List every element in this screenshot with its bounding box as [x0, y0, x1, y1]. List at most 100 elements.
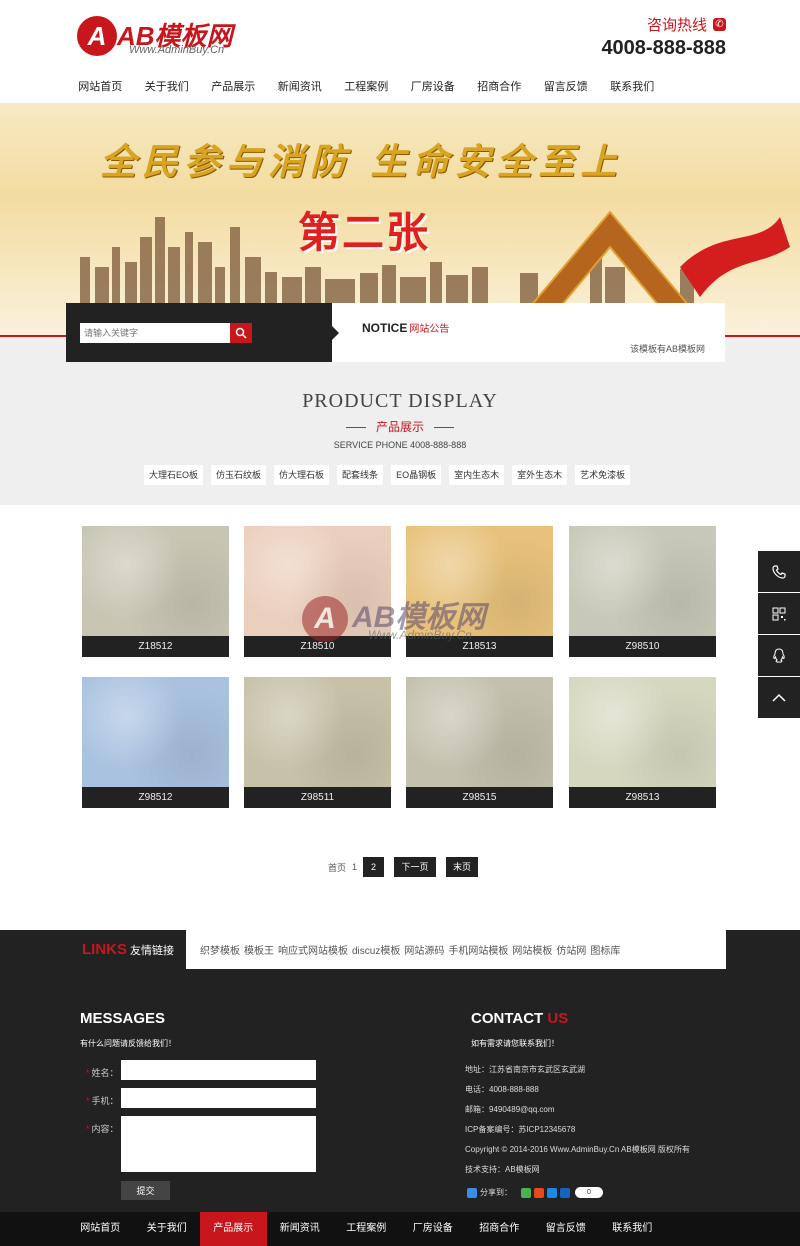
- friend-link[interactable]: 网站模板: [512, 942, 552, 957]
- nav-item-news[interactable]: 新闻资讯: [267, 72, 334, 102]
- friend-link[interactable]: 仿站网: [556, 942, 586, 957]
- page-2[interactable]: 2: [363, 857, 385, 877]
- messages-subtitle: 有什么问题请反馈给我们！: [80, 1039, 176, 1048]
- nav-item-equipment[interactable]: 厂房设备: [400, 72, 467, 102]
- product-code[interactable]: Z98512: [82, 787, 229, 808]
- product-code[interactable]: Z98510: [569, 636, 716, 657]
- nav-item-about[interactable]: 关于我们: [134, 72, 201, 102]
- page-1[interactable]: 1: [352, 862, 357, 872]
- category-tab[interactable]: 仿玉石纹板: [211, 465, 267, 485]
- hotline-label-row: 咨询热线 ✆: [601, 14, 726, 35]
- submit-button[interactable]: 提交: [121, 1181, 170, 1200]
- product-image[interactable]: [569, 677, 716, 787]
- name-field[interactable]: [121, 1060, 316, 1080]
- logo-mark: A: [77, 16, 117, 56]
- product-code[interactable]: Z98513: [569, 787, 716, 808]
- nav-item-home[interactable]: 网站首页: [67, 72, 134, 102]
- bottom-nav-item-home[interactable]: 网站首页: [67, 1212, 134, 1246]
- friend-link[interactable]: 手机网站模板: [448, 942, 508, 957]
- friend-link[interactable]: 网站源码: [404, 942, 444, 957]
- bottom-nav-item-feedback[interactable]: 留言反馈: [533, 1212, 600, 1246]
- category-tab[interactable]: 室外生态木: [512, 465, 568, 485]
- share-bar: 分享到： 0: [467, 1187, 603, 1198]
- qq-icon: [773, 647, 785, 663]
- links-title-cn: 友情链接: [130, 944, 174, 957]
- friend-link[interactable]: 图标库: [590, 942, 620, 957]
- footer: [0, 930, 800, 1212]
- renren-icon[interactable]: [560, 1187, 570, 1198]
- hotline-label: 咨询热线: [646, 17, 707, 34]
- watermark-logo: A AB模板网 Www.AdminBuy.Cn: [302, 582, 512, 658]
- logo[interactable]: A AB模板网 Www.AdminBuy.Cn: [77, 14, 237, 60]
- phone-field[interactable]: [121, 1088, 316, 1108]
- bottom-nav-item-products[interactable]: 产品展示: [200, 1212, 267, 1246]
- notice-title-en: NOTICE: [362, 321, 408, 335]
- friend-link[interactable]: 织梦模板: [200, 942, 240, 957]
- bottom-nav-item-about[interactable]: 关于我们: [134, 1212, 201, 1246]
- product-code[interactable]: Z98511: [244, 787, 391, 808]
- hotline-number: 4008-888-888: [601, 37, 726, 59]
- contact-subtitle: 如有需求请您联系我们！: [471, 1039, 559, 1048]
- side-phone-button[interactable]: [758, 551, 800, 592]
- bottom-nav-item-equipment[interactable]: 厂房设备: [400, 1212, 467, 1246]
- product-image[interactable]: [406, 677, 553, 787]
- bottom-nav-item-news[interactable]: 新闻资讯: [267, 1212, 334, 1246]
- product-card[interactable]: Z98515: [406, 677, 553, 808]
- bottom-nav-item-cases[interactable]: 工程案例: [333, 1212, 400, 1246]
- phone-icon: [772, 564, 786, 579]
- nav-item-products[interactable]: 产品展示: [200, 72, 267, 102]
- notice-title: NOTICE 网站公告: [362, 320, 449, 335]
- category-tab[interactable]: 仿大理石板: [274, 465, 330, 485]
- product-image[interactable]: [244, 677, 391, 787]
- product-card[interactable]: Z98510: [569, 526, 716, 657]
- next-page-button[interactable]: 下一页: [394, 857, 437, 877]
- search-button[interactable]: [230, 323, 252, 343]
- product-card[interactable]: Z98513: [569, 677, 716, 808]
- tencent-weibo-icon[interactable]: [547, 1187, 557, 1198]
- qrcode-icon: [772, 607, 786, 620]
- product-code[interactable]: Z18512: [82, 636, 229, 657]
- product-image[interactable]: [82, 677, 229, 787]
- product-image[interactable]: [82, 526, 229, 636]
- bottom-nav-item-cooperation[interactable]: 招商合作: [466, 1212, 533, 1246]
- messages-title: MESSAGES: [80, 1010, 166, 1027]
- category-tab[interactable]: 艺术免漆板: [575, 465, 631, 485]
- nav-item-cases[interactable]: 工程案例: [333, 72, 400, 102]
- category-tab[interactable]: 室内生态木: [449, 465, 505, 485]
- nav-item-contact[interactable]: 联系我们: [599, 72, 666, 102]
- category-tab[interactable]: 配套线条: [337, 465, 384, 485]
- category-tab[interactable]: EO晶钢板: [391, 465, 442, 485]
- bottom-nav-item-contact[interactable]: 联系我们: [599, 1212, 666, 1246]
- product-image[interactable]: [569, 526, 716, 636]
- contact-icp[interactable]: ICP备案编号：苏ICP12345678: [465, 1124, 575, 1135]
- side-qrcode-button[interactable]: [758, 593, 800, 634]
- content-field[interactable]: [121, 1116, 316, 1172]
- page-first[interactable]: 首页: [328, 861, 346, 874]
- last-page-button[interactable]: 末页: [446, 857, 479, 877]
- notice-item[interactable]: 该模板有AB模板网: [630, 342, 705, 355]
- back-to-top-icon: [772, 693, 786, 702]
- share-plus-icon[interactable]: [467, 1187, 477, 1198]
- product-code[interactable]: Z98515: [406, 787, 553, 808]
- search-input[interactable]: [80, 323, 230, 343]
- friend-link[interactable]: 模板王: [244, 942, 274, 957]
- phone-icon: ✆: [713, 18, 726, 31]
- nav-item-cooperation[interactable]: 招商合作: [466, 72, 533, 102]
- bottom-nav: 网站首页 关于我们 产品展示 新闻资讯 工程案例 厂房设备 招商合作 留言反馈 …: [0, 1212, 800, 1246]
- category-tab[interactable]: 大理石EO板: [144, 465, 204, 485]
- banner-slogan: 全民参与消防 生命安全至上: [100, 141, 623, 183]
- links-label: LINKS 友情链接: [74, 930, 186, 969]
- product-card[interactable]: Z98511: [244, 677, 391, 808]
- side-qq-button[interactable]: [758, 635, 800, 676]
- qzone-icon[interactable]: [521, 1187, 531, 1198]
- share-label: 分享到：: [480, 1188, 512, 1197]
- product-card[interactable]: Z18512: [82, 526, 229, 657]
- weibo-icon[interactable]: [534, 1187, 544, 1198]
- friend-link[interactable]: discuz模板: [352, 942, 400, 957]
- back-to-top-button[interactable]: [758, 677, 800, 718]
- nav-item-feedback[interactable]: 留言反馈: [533, 72, 600, 102]
- banner[interactable]: 全民参与消防 生命安全至上 第二张: [0, 103, 800, 337]
- section-title-en: PRODUCT DISPLAY: [302, 390, 498, 412]
- friend-link[interactable]: 响应式网站模板: [278, 942, 348, 957]
- product-card[interactable]: Z98512: [82, 677, 229, 808]
